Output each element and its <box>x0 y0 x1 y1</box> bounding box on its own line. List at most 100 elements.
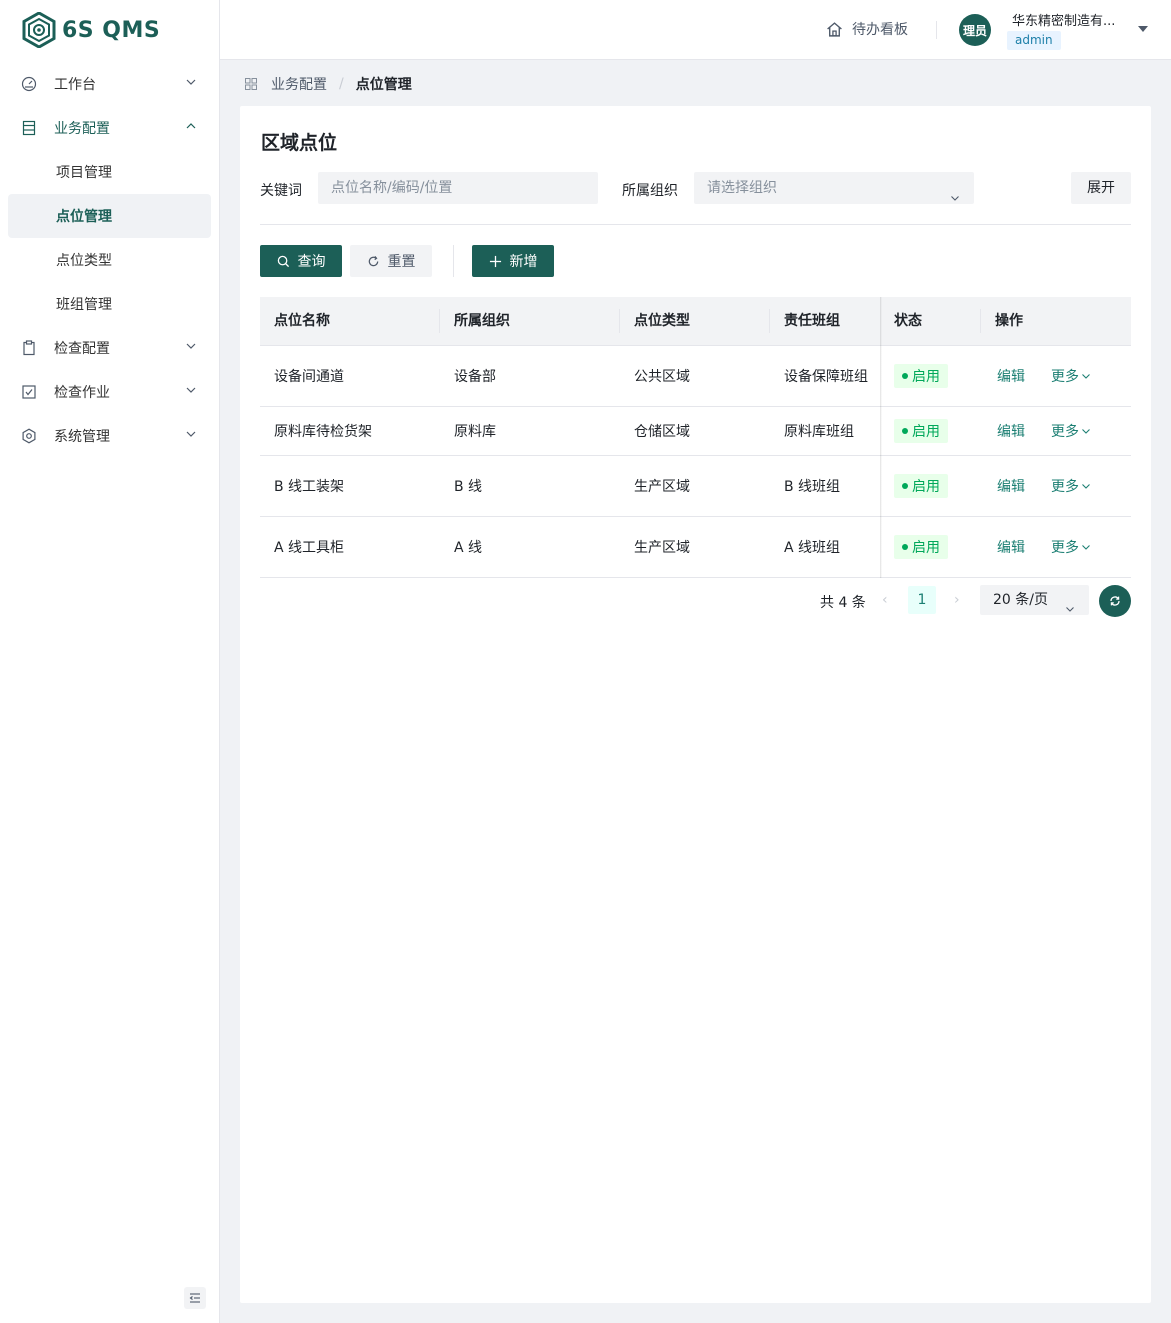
breadcrumb-parent[interactable]: 业务配置 <box>271 74 327 94</box>
edit-link[interactable]: 编辑 <box>997 424 1025 440</box>
breadcrumb-current: 点位管理 <box>355 77 412 93</box>
more-dropdown[interactable]: 更多 <box>1051 476 1091 496</box>
edit-link[interactable]: 编辑 <box>997 369 1025 385</box>
table-row: 原料库待检货架 原料库 仓储区域 原料库班组 启用 编辑 更多 <box>260 407 1131 456</box>
plus-icon <box>489 255 501 267</box>
sidebar-item-inspection-config[interactable]: 检查配置 <box>8 326 211 370</box>
gear-icon <box>20 427 38 445</box>
cell-name: 原料库待检货架 <box>274 424 372 440</box>
cell-actions: 编辑 更多 <box>981 537 1131 557</box>
page-size-select[interactable]: 20 条/页 <box>980 585 1089 615</box>
chevron-down-icon <box>950 183 960 215</box>
pagination-page-1[interactable]: 1 <box>908 586 936 614</box>
caret-down-icon[interactable] <box>1138 26 1148 32</box>
column-header-org: 所属组织 <box>440 297 620 345</box>
cell-org: 原料库 <box>454 424 496 440</box>
keyword-input[interactable]: 点位名称/编码/位置 <box>318 172 598 204</box>
cell-status: 启用 <box>880 364 981 388</box>
more-dropdown[interactable]: 更多 <box>1051 421 1091 441</box>
column-header-type: 点位类型 <box>620 297 770 345</box>
cell-type: 公共区域 <box>634 369 690 385</box>
pagination-next[interactable]: › <box>954 592 960 608</box>
filter-divider <box>260 224 1131 225</box>
chevron-down-icon <box>1082 484 1090 489</box>
more-dropdown[interactable]: 更多 <box>1051 366 1091 386</box>
sidebar-menu: 工作台 业务配置 项目管理 点位管理 点位类型 班组管理 检查配置 检查作业 系… <box>0 60 219 458</box>
fixed-column-shadow <box>880 297 882 578</box>
sidebar-item-label: 工作台 <box>54 77 96 93</box>
edit-link[interactable]: 编辑 <box>997 479 1025 495</box>
add-label: 新增 <box>509 254 538 270</box>
table-row: 设备间通道 设备部 公共区域 设备保障班组 启用 编辑 更多 <box>260 346 1131 407</box>
cell-name: B 线工装架 <box>274 479 345 495</box>
more-dropdown[interactable]: 更多 <box>1051 537 1091 557</box>
cell-type: 仓储区域 <box>634 424 690 440</box>
top-header: 待办看板 理员 华东精密制造有... admin <box>220 0 1171 60</box>
sidebar-item-business-config[interactable]: 业务配置 <box>8 106 211 150</box>
table-row: B 线工装架 B 线 生产区域 B 线班组 启用 编辑 更多 <box>260 456 1131 517</box>
keyword-label: 关键词 <box>260 183 302 199</box>
logo-text: 6S QMS <box>62 17 161 43</box>
clipboard-icon <box>20 339 38 357</box>
sidebar-item-system-management[interactable]: 系统管理 <box>8 414 211 458</box>
chevron-down-icon <box>1082 429 1090 434</box>
main-card: 区域点位 关键词 点位名称/编码/位置 所属组织 请选择组织 展开 查询 重置 … <box>240 106 1151 1303</box>
points-table: 点位名称 所属组织 点位类型 责任班组 状态 操作 设备间通道 设备部 公共区域… <box>260 297 1131 578</box>
query-button[interactable]: 查询 <box>260 245 342 277</box>
org-select[interactable]: 请选择组织 <box>694 172 974 204</box>
cell-status: 启用 <box>880 535 981 559</box>
query-label: 查询 <box>297 254 326 270</box>
sidebar-item-workbench[interactable]: 工作台 <box>8 62 211 106</box>
add-button[interactable]: 新增 <box>472 245 554 277</box>
sidebar-item-point-management[interactable]: 点位管理 <box>8 194 211 238</box>
reset-button[interactable]: 重置 <box>350 245 432 277</box>
config-icon <box>20 119 38 137</box>
chevron-down-icon <box>185 428 197 444</box>
logo-icon <box>22 12 56 48</box>
header-divider <box>936 21 937 39</box>
sidebar-item-label: 检查作业 <box>54 385 110 401</box>
column-header-name: 点位名称 <box>260 297 440 345</box>
table-header: 点位名称 所属组织 点位类型 责任班组 状态 操作 <box>260 297 1131 346</box>
button-divider <box>453 245 454 277</box>
sidebar-item-project-management[interactable]: 项目管理 <box>8 150 211 194</box>
table-row: A 线工具柜 A 线 生产区域 A 线班组 启用 编辑 更多 <box>260 517 1131 578</box>
sidebar-item-inspection-task[interactable]: 检查作业 <box>8 370 211 414</box>
company-name[interactable]: 华东精密制造有... <box>1012 10 1132 29</box>
edit-link[interactable]: 编辑 <box>997 540 1025 556</box>
cell-actions: 编辑 更多 <box>981 421 1131 441</box>
sidebar-item-team-management[interactable]: 班组管理 <box>8 282 211 326</box>
status-badge: 启用 <box>894 419 948 443</box>
status-dot-icon <box>902 428 908 434</box>
avatar[interactable]: 理员 <box>959 14 991 46</box>
chevron-up-icon <box>185 120 197 136</box>
sidebar-item-point-type[interactable]: 点位类型 <box>8 238 211 282</box>
collapse-menu-icon <box>189 1293 200 1303</box>
refresh-button[interactable] <box>1099 585 1131 617</box>
status-dot-icon <box>902 483 908 489</box>
chevron-down-icon <box>1082 374 1090 379</box>
chevron-down-icon <box>1082 545 1090 550</box>
sidebar-collapse-button[interactable] <box>184 1287 206 1309</box>
status-badge: 启用 <box>894 474 948 498</box>
breadcrumb: 业务配置 / 点位管理 <box>245 74 412 94</box>
cell-status: 启用 <box>880 419 981 443</box>
cell-actions: 编辑 更多 <box>981 476 1131 496</box>
status-badge: 启用 <box>894 535 948 559</box>
logo[interactable]: 6S QMS <box>0 0 219 60</box>
todo-board-link[interactable]: 待办看板 <box>826 19 908 39</box>
cell-org: 设备部 <box>454 369 496 385</box>
home-icon <box>827 21 842 37</box>
sidebar-item-label: 业务配置 <box>54 121 110 137</box>
breadcrumb-separator: / <box>339 76 344 92</box>
cell-team: 设备保障班组 <box>784 369 868 385</box>
pagination-prev[interactable]: ‹ <box>882 592 888 608</box>
expand-button[interactable]: 展开 <box>1071 172 1131 204</box>
chevron-down-icon <box>1065 595 1075 625</box>
reset-label: 重置 <box>387 254 416 270</box>
search-icon <box>277 255 289 267</box>
cell-team: 原料库班组 <box>784 424 854 440</box>
dashboard-icon <box>20 75 38 93</box>
sidebar: 6S QMS 工作台 业务配置 项目管理 点位管理 点位类型 班组管理 检查配置 <box>0 0 220 1323</box>
cell-team: A 线班组 <box>784 540 841 556</box>
